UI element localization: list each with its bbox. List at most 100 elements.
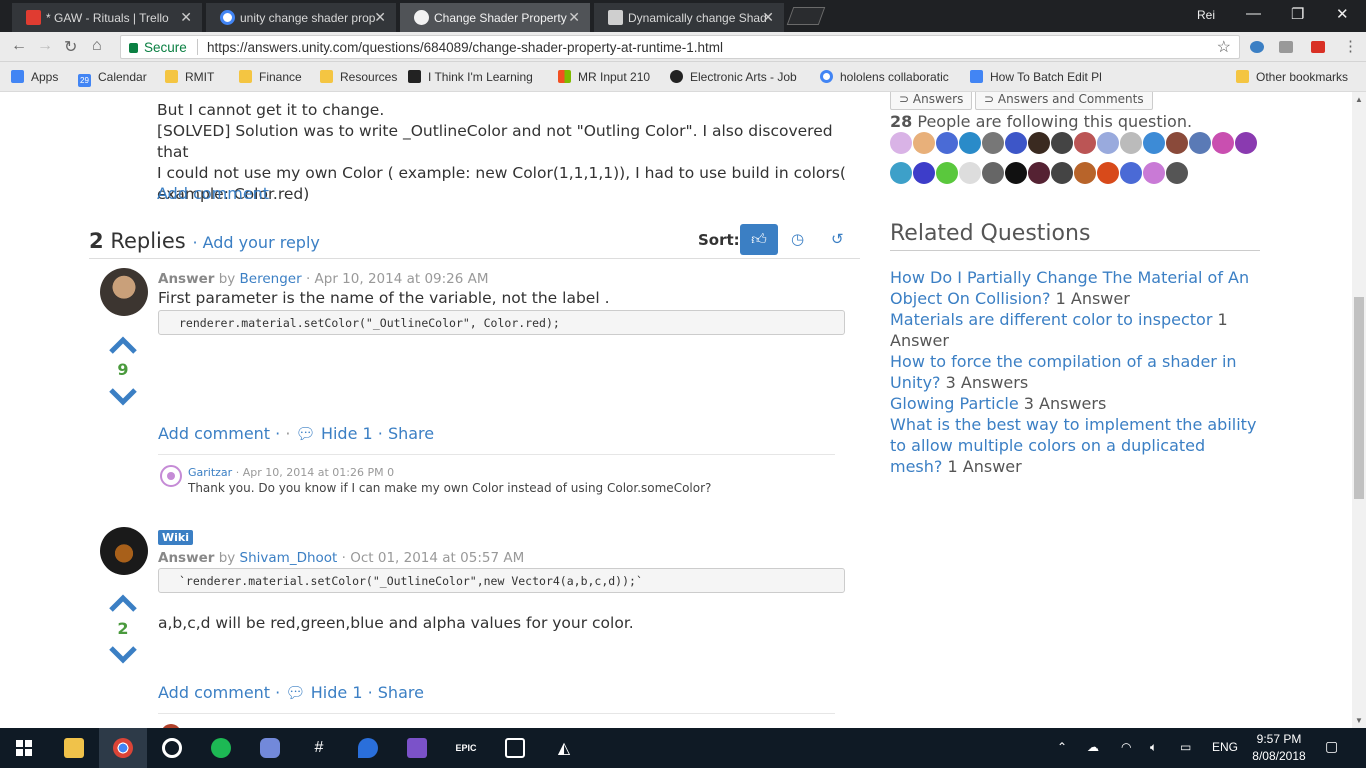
- menu-icon[interactable]: ⋮: [1343, 37, 1358, 55]
- url-text[interactable]: https://answers.unity.com/questions/6840…: [207, 40, 723, 55]
- bookmark-i-think-im-learning[interactable]: I Think I'm Learning: [408, 70, 533, 84]
- notification-extension-icon[interactable]: [1311, 41, 1325, 53]
- battery-icon[interactable]: ▭: [1180, 740, 1191, 754]
- scroll-down-arrow-icon[interactable]: ▼: [1355, 716, 1363, 725]
- avatar[interactable]: [1097, 162, 1119, 184]
- scroll-up-arrow-icon[interactable]: ▲: [1355, 95, 1363, 104]
- share-link[interactable]: · Share: [378, 424, 434, 443]
- avatar[interactable]: [1074, 162, 1096, 184]
- profile-name[interactable]: Rei: [1197, 8, 1215, 22]
- avatar[interactable]: [1005, 132, 1027, 154]
- avatar[interactable]: [100, 527, 148, 575]
- answers-rss-button[interactable]: ⊃ Answers: [890, 92, 973, 110]
- new-tab-button[interactable]: [786, 7, 826, 25]
- related-question-link[interactable]: What is the best way to implement the ab…: [890, 415, 1256, 476]
- bookmark-mr-input-210[interactable]: MR Input 210: [558, 70, 650, 84]
- add-comment-link[interactable]: Add comment ·: [158, 683, 280, 702]
- show-hidden-icons-chevron-up-icon[interactable]: ⌃: [1057, 740, 1067, 754]
- address-bar[interactable]: Secure https://answers.unity.com/questio…: [120, 35, 1240, 59]
- tab-change-shader-property[interactable]: Change Shader Property ✕: [400, 3, 590, 32]
- slack-button[interactable]: #: [295, 728, 343, 768]
- home-icon[interactable]: ⌂: [92, 37, 102, 55]
- volume-icon[interactable]: 🔈︎: [1150, 740, 1157, 755]
- sort-by-date-clock-icon[interactable]: ◷: [791, 230, 804, 248]
- bookmark-resources[interactable]: Resources: [320, 70, 397, 84]
- answer-author-link[interactable]: Shivam_Dhoot: [240, 550, 338, 566]
- avatar[interactable]: [1120, 132, 1142, 154]
- answers-and-comments-rss-button[interactable]: ⊃ Answers and Comments: [975, 92, 1153, 110]
- avatar[interactable]: [1212, 132, 1234, 154]
- avatar[interactable]: [1166, 162, 1188, 184]
- bookmark-other[interactable]: Other bookmarks: [1236, 70, 1348, 84]
- page-scrollbar[interactable]: ▲ ▼: [1352, 92, 1366, 728]
- add-comment-link[interactable]: Add comment ·: [158, 424, 280, 443]
- share-link[interactable]: · Share: [368, 683, 424, 702]
- unity-hub-button[interactable]: [491, 728, 539, 768]
- question-add-comment-link[interactable]: Add comment: [157, 184, 269, 203]
- bookmark-hololens[interactable]: hololens collaboratic: [820, 70, 949, 84]
- reload-icon[interactable]: ↻: [64, 37, 77, 57]
- avatar[interactable]: [913, 132, 935, 154]
- maps-button[interactable]: [344, 728, 392, 768]
- bookmark-batch-edit[interactable]: How To Batch Edit Pl: [970, 70, 1102, 84]
- related-question-link[interactable]: How to force the compilation of a shader…: [890, 352, 1237, 392]
- bookmark-star-icon[interactable]: ☆: [1217, 37, 1231, 57]
- visual-studio-button[interactable]: [393, 728, 441, 768]
- hide-comments-link[interactable]: 💬︎ Hide 1: [285, 683, 362, 702]
- bookmark-calendar[interactable]: 29 Calendar: [78, 70, 147, 87]
- avatar[interactable]: [936, 132, 958, 154]
- avatar[interactable]: [1028, 132, 1050, 154]
- hide-comments-link[interactable]: 💬︎ Hide 1: [296, 424, 373, 443]
- avatar[interactable]: [1005, 162, 1027, 184]
- bookmark-finance[interactable]: Finance: [239, 70, 302, 84]
- avatar[interactable]: [936, 162, 958, 184]
- downvote-arrow-icon[interactable]: [108, 645, 138, 665]
- window-close-icon[interactable]: ✕: [1336, 5, 1349, 23]
- avatar[interactable]: [1143, 162, 1165, 184]
- discord-button[interactable]: [246, 728, 294, 768]
- clock[interactable]: 9:57 PM 8/08/2018: [1248, 731, 1310, 765]
- wifi-icon[interactable]: ◠: [1121, 740, 1131, 754]
- minimize-icon[interactable]: —: [1246, 5, 1261, 22]
- avatar[interactable]: [913, 162, 935, 184]
- cloud-upload-icon[interactable]: ☁: [1087, 740, 1099, 754]
- close-icon[interactable]: ✕: [180, 9, 192, 26]
- spotify-button[interactable]: [197, 728, 245, 768]
- upvote-arrow-icon[interactable]: [108, 335, 138, 355]
- close-icon[interactable]: ✕: [762, 9, 774, 26]
- bookmark-rmit[interactable]: RMIT: [165, 70, 214, 84]
- start-button[interactable]: [0, 728, 48, 768]
- avatar[interactable]: [1166, 132, 1188, 154]
- bookmark-apps[interactable]: Apps: [11, 70, 58, 84]
- upvote-arrow-icon[interactable]: [108, 593, 138, 613]
- avatar[interactable]: [1189, 132, 1211, 154]
- avatar[interactable]: [1051, 132, 1073, 154]
- maximize-icon[interactable]: ❐: [1291, 5, 1304, 23]
- sort-by-activity-history-icon[interactable]: ↺: [831, 230, 844, 248]
- secure-indicator[interactable]: Secure: [129, 40, 187, 55]
- sort-by-votes-button[interactable]: 👍︎: [740, 224, 778, 255]
- close-icon[interactable]: ✕: [568, 9, 580, 26]
- notifications-icon[interactable]: ▢: [1325, 738, 1338, 755]
- add-reply-link[interactable]: · Add your reply: [192, 233, 319, 252]
- avatar[interactable]: [1028, 162, 1050, 184]
- avatar[interactable]: [959, 162, 981, 184]
- downvote-arrow-icon[interactable]: [108, 387, 138, 407]
- tab-dynamically-change-shader[interactable]: Dynamically change Shad ✕: [594, 3, 784, 32]
- comment-author-link[interactable]: Garitzar: [188, 466, 232, 479]
- avatar[interactable]: [1097, 132, 1119, 154]
- avatar[interactable]: [982, 162, 1004, 184]
- avatar[interactable]: [1143, 132, 1165, 154]
- scrollbar-thumb[interactable]: [1354, 297, 1364, 499]
- extension-icon[interactable]: [1250, 41, 1264, 53]
- back-icon[interactable]: ←: [11, 37, 27, 55]
- unity-button[interactable]: ◭: [540, 728, 588, 768]
- avatar[interactable]: [890, 162, 912, 184]
- avatar[interactable]: [100, 268, 148, 316]
- avatar[interactable]: [1235, 132, 1257, 154]
- avatar[interactable]: [1074, 132, 1096, 154]
- avatar[interactable]: [982, 132, 1004, 154]
- tab-trello[interactable]: * GAW - Rituals | Trello ✕: [12, 3, 202, 32]
- chrome-button[interactable]: [99, 728, 147, 768]
- file-explorer-button[interactable]: [50, 728, 98, 768]
